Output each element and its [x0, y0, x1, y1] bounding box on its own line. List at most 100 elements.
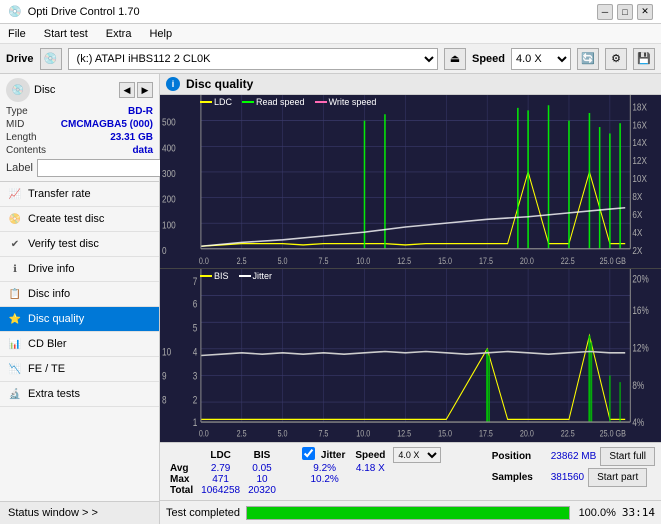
svg-text:10: 10	[162, 347, 171, 359]
svg-text:12X: 12X	[632, 155, 647, 166]
svg-text:4: 4	[193, 347, 198, 359]
drive-label: Drive	[6, 53, 34, 65]
svg-text:20.0: 20.0	[520, 256, 534, 266]
svg-text:3: 3	[193, 370, 198, 382]
stats-table: LDC BIS Jitter Speed 4.0 X Avg	[166, 447, 445, 496]
disc-btn-2[interactable]: ▶	[137, 82, 153, 98]
sidebar-item-cd-bler[interactable]: 📊 CD Bler	[0, 332, 159, 357]
fe-te-icon: 📉	[8, 362, 22, 376]
svg-text:500: 500	[162, 117, 176, 128]
max-label: Max	[166, 474, 197, 485]
svg-text:2.5: 2.5	[237, 256, 247, 266]
avg-speed: 4.18 X	[349, 463, 389, 474]
max-jitter: 10.2%	[300, 474, 349, 485]
disc-quality-title: Disc quality	[186, 77, 253, 91]
sidebar-item-drive-info[interactable]: ℹ Drive info	[0, 257, 159, 282]
sidebar-item-create-test-disc[interactable]: 📀 Create test disc	[0, 207, 159, 232]
start-full-button[interactable]: Start full	[600, 447, 655, 466]
save-button[interactable]: 💾	[633, 48, 655, 70]
status-text: Test completed	[166, 507, 240, 519]
svg-text:0.0: 0.0	[199, 428, 209, 439]
svg-text:2X: 2X	[632, 245, 642, 256]
progress-container	[246, 506, 570, 520]
eject-button[interactable]: ⏏	[444, 48, 466, 70]
sidebar-item-fe-te-label: FE / TE	[28, 363, 65, 375]
sidebar-item-disc-quality[interactable]: ⭐ Disc quality	[0, 307, 159, 332]
svg-text:10X: 10X	[632, 173, 647, 184]
chart-top-svg: 0 100 200 300 400 500 2X 4X 6X 8X 10X 12…	[160, 95, 661, 268]
drive-disc-icon: 💿	[40, 48, 62, 70]
disc-contents-row: Contents data	[6, 145, 153, 156]
disc-type-row: Type BD-R	[6, 106, 153, 117]
time-display: 33:14	[622, 506, 655, 519]
disc-header-icon: 💿	[6, 78, 30, 102]
create-test-disc-icon: 📀	[8, 212, 22, 226]
svg-text:15.0: 15.0	[438, 256, 452, 266]
sidebar-item-extra-tests[interactable]: 🔬 Extra tests	[0, 382, 159, 407]
svg-text:400: 400	[162, 143, 176, 154]
status-window-button[interactable]: Status window > >	[0, 501, 159, 524]
sidebar-item-fe-te[interactable]: 📉 FE / TE	[0, 357, 159, 382]
svg-text:6: 6	[193, 299, 198, 311]
disc-mid-label: MID	[6, 119, 24, 130]
cd-bler-icon: 📊	[8, 337, 22, 351]
svg-text:100: 100	[162, 219, 176, 230]
svg-text:300: 300	[162, 168, 176, 179]
svg-text:22.5: 22.5	[561, 428, 575, 439]
disc-mid-row: MID CMCMAGBA5 (000)	[6, 119, 153, 130]
svg-text:2: 2	[193, 394, 198, 406]
refresh-button[interactable]: 🔄	[577, 48, 599, 70]
speed-select-stats[interactable]: 4.0 X	[393, 447, 441, 463]
speed-label: Speed	[472, 53, 505, 65]
titlebar: 💿 Opti Drive Control 1.70 ─ □ ✕	[0, 0, 661, 24]
svg-text:18X: 18X	[632, 102, 647, 113]
menu-extra[interactable]: Extra	[102, 27, 136, 41]
total-ldc: 1064258	[197, 485, 244, 496]
total-bis: 20320	[244, 485, 280, 496]
speed-select[interactable]: 4.0 X	[511, 48, 571, 70]
svg-text:7.5: 7.5	[318, 428, 328, 439]
svg-text:7.5: 7.5	[318, 256, 328, 266]
verify-test-disc-icon: ✔	[8, 237, 22, 251]
drive-select[interactable]: (k:) ATAPI iHBS112 2 CL0K	[68, 48, 438, 70]
disc-label-input[interactable]	[37, 159, 175, 177]
svg-text:12.5: 12.5	[397, 256, 411, 266]
settings-button[interactable]: ⚙	[605, 48, 627, 70]
disc-length-row: Length 23.31 GB	[6, 132, 153, 143]
menu-start-test[interactable]: Start test	[40, 27, 92, 41]
svg-text:10.0: 10.0	[356, 256, 370, 266]
disc-header: 💿 Disc ◀ ▶	[6, 78, 153, 102]
sidebar-item-drive-info-label: Drive info	[28, 263, 74, 275]
chart-top: LDC Read speed Write speed	[160, 95, 661, 269]
app-title: Opti Drive Control 1.70	[28, 6, 140, 18]
sidebar-item-verify-test-disc[interactable]: ✔ Verify test disc	[0, 232, 159, 257]
minimize-button[interactable]: ─	[597, 4, 613, 20]
sidebar-item-disc-info-label: Disc info	[28, 288, 70, 300]
svg-text:16%: 16%	[632, 305, 649, 317]
sidebar-item-transfer-rate[interactable]: 📈 Transfer rate	[0, 182, 159, 207]
svg-text:6X: 6X	[632, 209, 642, 220]
col-bis-header: BIS	[244, 447, 280, 463]
total-label: Total	[166, 485, 197, 496]
disc-btn-1[interactable]: ◀	[119, 82, 135, 98]
sidebar-item-disc-info[interactable]: 📋 Disc info	[0, 282, 159, 307]
svg-text:8: 8	[162, 394, 167, 406]
svg-text:9: 9	[162, 370, 167, 382]
sidebar-item-transfer-rate-label: Transfer rate	[28, 188, 91, 200]
svg-text:15.0: 15.0	[438, 428, 452, 439]
close-button[interactable]: ✕	[637, 4, 653, 20]
svg-text:14X: 14X	[632, 137, 647, 148]
avg-jitter: 9.2%	[300, 463, 349, 474]
svg-text:0: 0	[162, 245, 167, 256]
svg-text:20.0: 20.0	[520, 428, 534, 439]
sidebar-item-cd-bler-label: CD Bler	[28, 338, 67, 350]
disc-length-label: Length	[6, 132, 37, 143]
maximize-button[interactable]: □	[617, 4, 633, 20]
jitter-checkbox[interactable]	[302, 447, 315, 460]
menu-help[interactable]: Help	[145, 27, 176, 41]
app-icon: 💿	[8, 5, 22, 18]
menu-file[interactable]: File	[4, 27, 30, 41]
progress-bar	[247, 507, 569, 519]
start-part-button[interactable]: Start part	[588, 468, 647, 487]
titlebar-controls[interactable]: ─ □ ✕	[597, 4, 653, 20]
